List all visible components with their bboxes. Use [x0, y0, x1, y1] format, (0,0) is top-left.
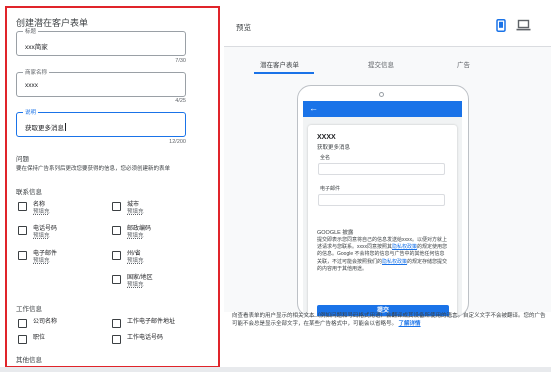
other-info-title: 其他信息 — [16, 357, 42, 364]
preview-panel: 预览 潜在客户表单 提交信息 广告 ← XXXX 获取更多消息 全名 电子邮件 … — [224, 0, 551, 372]
business-name-field[interactable]: 商家名称 xxxx — [16, 68, 186, 97]
checkbox-job-title[interactable]: 职位 — [18, 334, 45, 344]
questions-title: 问题 — [16, 156, 29, 163]
full-name-label: 全名 — [320, 155, 331, 161]
checkbox-box[interactable] — [112, 335, 121, 344]
checkbox-email[interactable]: 电子邮件 预填充 — [18, 250, 57, 265]
description-field[interactable]: 说明 获取更多消息 — [16, 108, 186, 137]
headline-counter: 7/30 — [175, 58, 186, 64]
checkbox-company[interactable]: 公司名称 — [18, 318, 57, 328]
checkbox-box[interactable] — [112, 202, 121, 211]
phone-frame: ← XXXX 获取更多消息 全名 电子邮件 GOOGLE 披露 提交即表示您同意… — [297, 85, 469, 317]
business-name-value: xxxx — [25, 82, 38, 89]
checkbox-box[interactable] — [18, 251, 27, 260]
back-arrow-icon[interactable]: ← — [309, 103, 318, 113]
checkbox-city[interactable]: 城市 预填充 — [112, 201, 144, 216]
preview-title: 预览 — [236, 23, 251, 32]
preview-header: 预览 — [224, 0, 551, 47]
business-name-counter: 4/25 — [175, 98, 186, 104]
checkbox-box[interactable] — [18, 202, 27, 211]
disclosure-text: 提交即表示您同意将自己的信息发送给xxxx。以便对方就上述请求与您联系。xxxx… — [317, 237, 448, 272]
disclosure-title: GOOGLE 披露 — [317, 230, 354, 236]
lead-form-card: XXXX 获取更多消息 全名 电子邮件 GOOGLE 披露 提交即表示您同意将自… — [308, 125, 457, 316]
tab-lead-form[interactable]: 潜在客户表单 — [260, 59, 299, 69]
checkbox-state[interactable]: 州/省 预填充 — [112, 250, 144, 265]
checkbox-postal-code[interactable]: 邮政编码 预填充 — [112, 225, 151, 240]
checkbox-box[interactable] — [112, 251, 121, 260]
checkbox-box[interactable] — [18, 319, 27, 328]
phone-topbar: ← — [303, 101, 462, 117]
tab-ad[interactable]: 广告 — [457, 59, 470, 69]
phone-camera — [379, 92, 384, 97]
description-counter: 12/200 — [169, 139, 186, 145]
phone-screen: ← XXXX 获取更多消息 全名 电子邮件 GOOGLE 披露 提交即表示您同意… — [303, 101, 462, 316]
full-name-input[interactable] — [318, 163, 445, 175]
contact-info-title: 联系信息 — [16, 189, 42, 196]
checkbox-country[interactable]: 国家/地区 预填充 — [112, 274, 153, 289]
description-label: 说明 — [23, 108, 39, 116]
text-caret — [65, 123, 66, 131]
checkbox-work-email[interactable]: 工作电子邮件地址 — [112, 318, 175, 328]
checkbox-box[interactable] — [18, 335, 27, 344]
card-headline: 获取更多消息 — [317, 145, 351, 151]
lead-form-editor: 创建潜在客户表单 标题 xxx简家 7/30 商家名称 xxxx 4/25 说明… — [0, 0, 551, 372]
form-panel: 创建潜在客户表单 标题 xxx简家 7/30 商家名称 xxxx 4/25 说明… — [0, 0, 224, 372]
checkbox-name[interactable]: 名称 预填充 — [18, 201, 50, 216]
active-tab-indicator — [254, 72, 314, 74]
bottom-bar — [0, 367, 551, 372]
checkbox-box[interactable] — [112, 275, 121, 284]
learn-more-link[interactable]: 了解详情 — [399, 321, 421, 327]
google-privacy-link[interactable]: 隐私权政策 — [382, 259, 407, 265]
privacy-policy-link[interactable]: 隐私权政策 — [392, 244, 417, 250]
smartphone-icon[interactable] — [496, 19, 506, 32]
email-label: 电子邮件 — [320, 186, 341, 192]
headline-label: 标题 — [23, 27, 39, 35]
business-name-label: 商家名称 — [23, 68, 50, 76]
tab-submit-info[interactable]: 提交信息 — [368, 59, 394, 69]
headline-value: xxx简家 — [25, 44, 48, 51]
email-input[interactable] — [318, 194, 445, 206]
description-value: 获取更多消息 — [25, 123, 66, 132]
checkbox-box[interactable] — [112, 226, 121, 235]
headline-field[interactable]: 标题 xxx简家 — [16, 27, 186, 56]
laptop-icon[interactable] — [516, 19, 531, 31]
work-info-title: 工作信息 — [16, 306, 42, 313]
checkbox-phone[interactable]: 电话号码 预填充 — [18, 225, 57, 240]
checkbox-work-phone[interactable]: 工作电话号码 — [112, 334, 163, 344]
translation-note: 向查看表单的用户显示的相关文本（例如问题和号码格式用语）会翻译成其设备所使用的语… — [232, 313, 546, 327]
preview-content: 潜在客户表单 提交信息 广告 ← XXXX 获取更多消息 全名 电子邮件 GOO… — [224, 47, 551, 317]
checkbox-box[interactable] — [112, 319, 121, 328]
brand-name: XXXX — [317, 134, 336, 141]
questions-desc: 要在保持广告系列后更改您要获得的信息，您必须创建新的表单 — [16, 166, 171, 172]
checkbox-box[interactable] — [18, 226, 27, 235]
